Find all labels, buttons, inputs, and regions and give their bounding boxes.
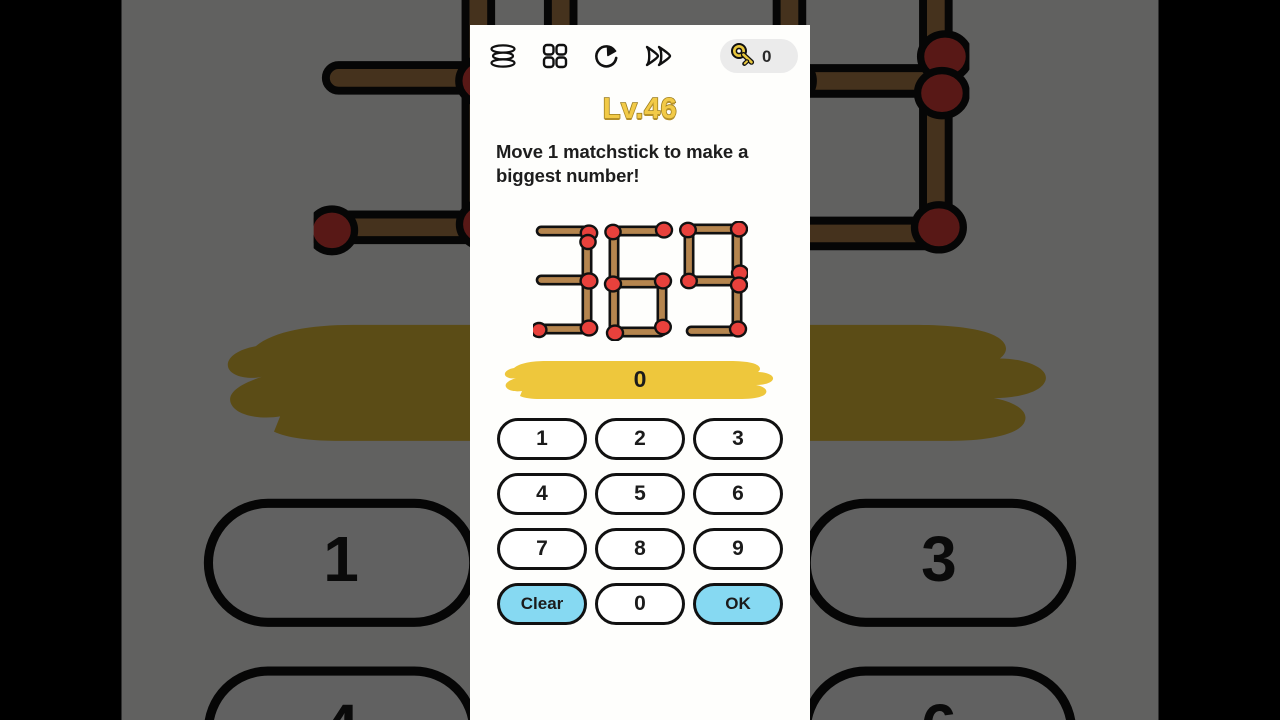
digit-3: [532, 224, 599, 339]
keypad-key-ok[interactable]: OK: [693, 582, 783, 625]
instruction-text: Move 1 matchstick to make a biggest numb…: [496, 141, 749, 187]
digit-6: [603, 221, 673, 342]
digit-9: [678, 221, 748, 338]
answer-banner: 0: [470, 358, 810, 402]
top-toolbar: 0: [470, 25, 810, 87]
level-title-row: Lv.46: [470, 92, 810, 126]
keypad-key-8[interactable]: 8: [595, 527, 685, 570]
matchstick-number-369: [532, 221, 748, 342]
keypad-key-5[interactable]: 5: [595, 472, 685, 515]
keypad-key-clear[interactable]: Clear: [497, 582, 587, 625]
screen: 0 Lv.46 Move 1 matchstick to make a bigg…: [0, 0, 1280, 720]
keypad-key-2[interactable]: 2: [595, 417, 685, 460]
keypad-key-4[interactable]: 4: [497, 472, 587, 515]
letterbox-left: [0, 0, 100, 720]
key-counter[interactable]: 0: [720, 39, 798, 73]
answer-value: 0: [633, 366, 647, 393]
menu-stack-icon[interactable]: [488, 41, 518, 71]
keypad-key-3[interactable]: 3: [693, 417, 783, 460]
game-panel: 0 Lv.46 Move 1 matchstick to make a bigg…: [470, 25, 810, 720]
keypad-key-1[interactable]: 1: [497, 417, 587, 460]
number-keypad: 1 2 3 4 5 6 7 8 9 Clear 0 OK: [497, 417, 783, 625]
keypad-key-9[interactable]: 9: [693, 527, 783, 570]
keypad-key-6[interactable]: 6: [693, 472, 783, 515]
keypad-key-0[interactable]: 0: [595, 582, 685, 625]
skip-forward-icon[interactable]: [644, 41, 674, 71]
keypad-key-7[interactable]: 7: [497, 527, 587, 570]
key-count-label: 0: [762, 46, 772, 66]
key-icon: [730, 42, 758, 71]
page-title: Lv.46: [602, 92, 678, 126]
restart-icon[interactable]: [592, 41, 622, 71]
toolbar-icon-group: [488, 41, 674, 71]
matchstick-board[interactable]: [470, 219, 810, 344]
letterbox-right: [1180, 0, 1280, 720]
grid-levels-icon[interactable]: [540, 41, 570, 71]
